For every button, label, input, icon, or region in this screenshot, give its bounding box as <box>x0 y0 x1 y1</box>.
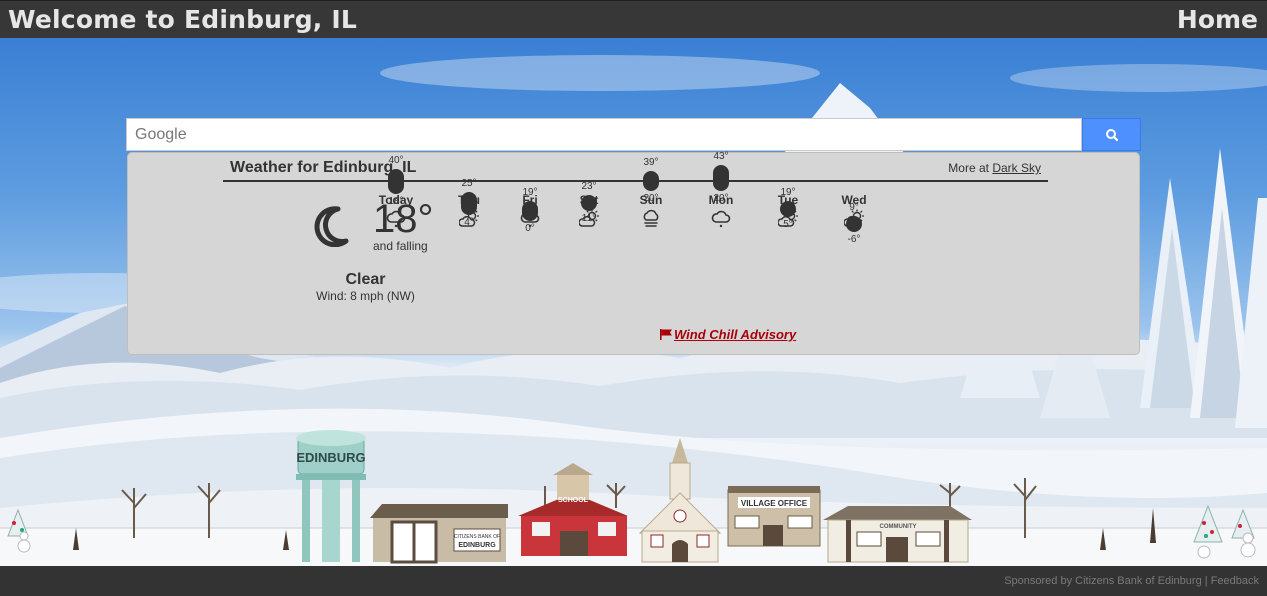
forecast-day-wed: Wed 9° -6° <box>824 191 884 341</box>
forecast-high: 19° <box>780 186 796 198</box>
search-input[interactable] <box>126 118 1082 151</box>
svg-text:EDINBURG: EDINBURG <box>458 542 496 549</box>
village-office-building: VILLAGE OFFICE <box>727 486 821 547</box>
school-sign: SCHOOL <box>558 497 589 504</box>
forecast-day-sun: Sun 39° 20° <box>621 157 681 341</box>
more-at-dark-sky: More at Dark Sky <box>948 161 1041 175</box>
footer-links: Sponsored by Citizens Bank of Edinburg |… <box>1004 575 1259 587</box>
temperature-range-bar <box>780 200 796 217</box>
forecast-day-sat: Sat23°11° <box>559 181 619 341</box>
search-button[interactable] <box>1082 118 1141 151</box>
footer-separator: | <box>1204 575 1208 587</box>
more-at-label: More at <box>948 161 989 175</box>
temperature-range-bar <box>461 191 477 215</box>
flag-icon <box>660 329 672 340</box>
forecast-day-fri: Fri19°0° <box>500 187 560 341</box>
forecast-high: 19° <box>522 186 538 198</box>
forecast-high: 39° <box>643 156 659 168</box>
community-sign: COMMUNITY <box>880 524 917 530</box>
forecast-low: 20° <box>713 193 729 204</box>
fog-icon <box>643 209 659 227</box>
forecast-low: 5° <box>783 218 793 230</box>
footer-bar: Sponsored by Citizens Bank of Edinburg |… <box>0 566 1267 596</box>
forecast-day-mon: Mon 43° 20° <box>691 151 751 341</box>
moon-icon <box>314 206 349 247</box>
forecast-day-tue: Tue19°5° <box>758 187 818 341</box>
forecast-day-today: Today 40° 18° <box>366 155 426 341</box>
forecast-high: 23° <box>581 180 597 192</box>
temperature-range-bar <box>643 170 659 191</box>
home-link[interactable]: Home <box>1177 5 1258 34</box>
top-bar: Welcome to Edinburg, IL Home <box>0 0 1267 38</box>
snow-icon <box>711 210 731 228</box>
community-building: COMMUNITY <box>823 506 972 563</box>
search-icon <box>1106 129 1119 142</box>
forecast-low: 20° <box>643 193 659 204</box>
forecast-high: 25° <box>461 177 477 189</box>
temperature-range-bar <box>522 200 538 221</box>
temperature-range-bar <box>713 164 729 191</box>
forecast-low: -6° <box>847 233 861 245</box>
page-title: Welcome to Edinburg, IL <box>8 5 358 34</box>
bank-building: CITIZENS BANK OF EDINBURG <box>370 504 508 564</box>
temperature-range-bar <box>388 169 404 194</box>
sponsor-link[interactable]: Sponsored by Citizens Bank of Edinburg <box>1004 575 1202 587</box>
feedback-link[interactable]: Feedback <box>1211 575 1259 587</box>
village-office-sign: VILLAGE OFFICE <box>741 499 808 508</box>
forecast-low: 0° <box>525 223 535 234</box>
snow-icon <box>386 210 406 228</box>
forecast-low: 18° <box>388 196 404 207</box>
wind-chill-advisory-link[interactable]: Wind Chill Advisory <box>660 327 796 342</box>
dark-sky-link[interactable]: Dark Sky <box>992 161 1041 175</box>
temperature-range-bar <box>581 194 597 211</box>
weather-widget: Weather for Edinburg, IL More at Dark Sk… <box>127 151 1140 355</box>
forecast-high: 9° <box>849 201 859 213</box>
forecast-high: 40° <box>388 155 404 166</box>
forecast-low: 11° <box>581 212 597 224</box>
forecast-day-thu: Thu25°4° <box>439 178 499 341</box>
svg-text:CITIZENS BANK OF: CITIZENS BANK OF <box>454 534 500 540</box>
water-tower: EDINBURG <box>296 430 366 562</box>
forecast-low: 4° <box>464 217 474 228</box>
forecast-high: 43° <box>713 150 729 162</box>
temperature-range-bar <box>846 215 862 232</box>
advisory-label: Wind Chill Advisory <box>674 327 797 342</box>
search-bar <box>126 118 1141 151</box>
water-tower-label: EDINBURG <box>296 450 365 465</box>
